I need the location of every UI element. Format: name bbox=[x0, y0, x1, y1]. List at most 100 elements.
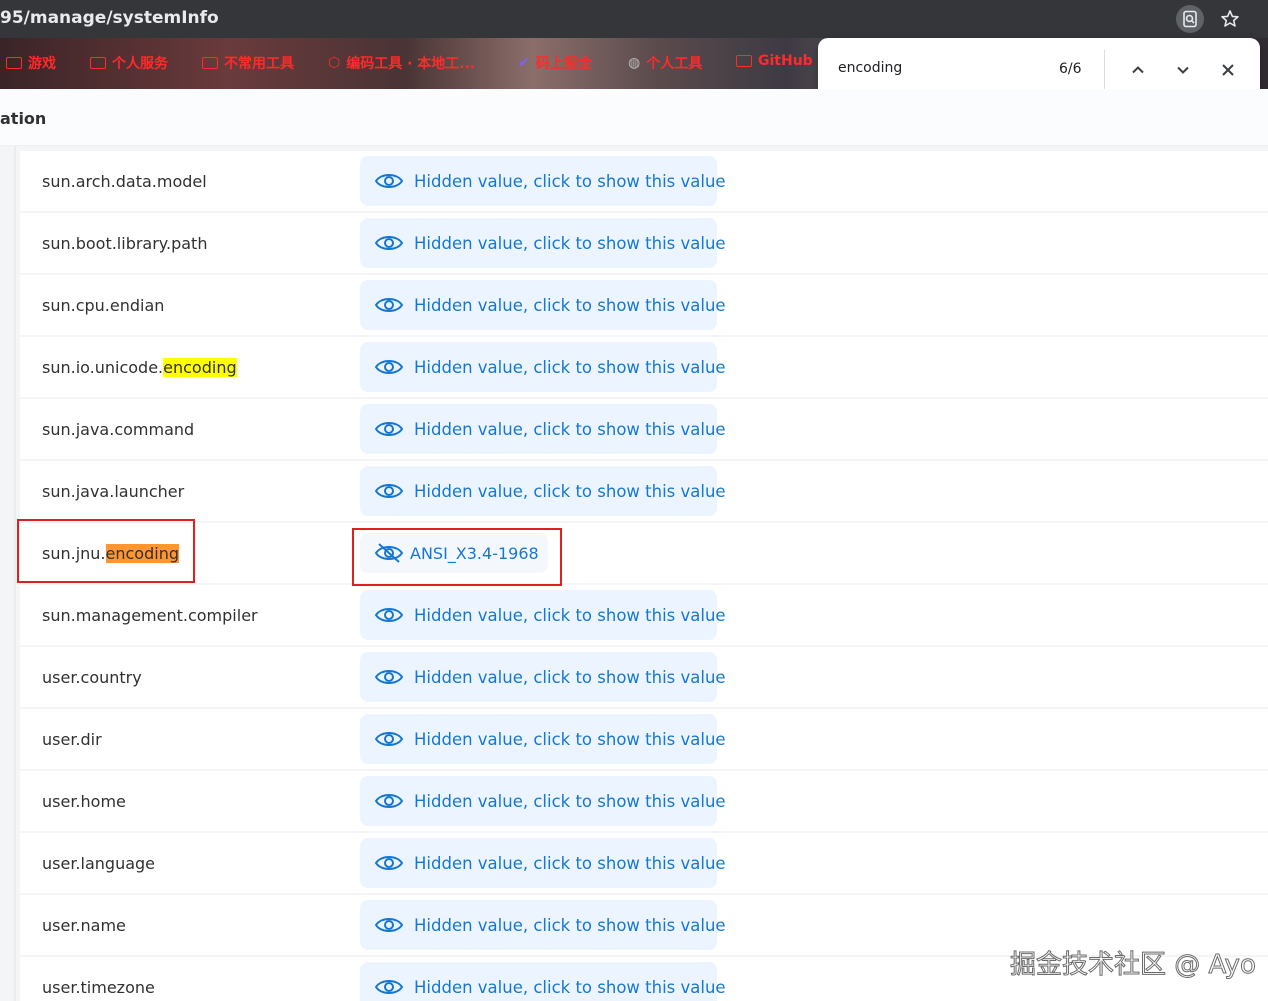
property-key: user.timezone bbox=[42, 978, 155, 997]
property-value: Hidden value, click to show this value bbox=[414, 915, 726, 935]
eye-icon bbox=[374, 481, 404, 501]
property-value: Hidden value, click to show this value bbox=[414, 233, 726, 253]
folder-icon bbox=[6, 57, 22, 69]
property-row: sun.boot.library.path Hidden value, click… bbox=[20, 213, 1268, 273]
show-value-button[interactable]: Hidden value, click to show this value bbox=[360, 900, 726, 950]
show-value-button[interactable]: Hidden value, click to show this value bbox=[360, 962, 726, 1001]
show-value-button[interactable]: Hidden value, click to show this value bbox=[360, 218, 726, 268]
property-value: Hidden value, click to show this value bbox=[414, 791, 726, 811]
property-key-text: sun.boot.library.path bbox=[42, 234, 208, 253]
eye-icon bbox=[374, 791, 404, 811]
property-row: user.language Hidden value, click to show… bbox=[20, 833, 1268, 893]
page-header: ation bbox=[0, 89, 1268, 146]
property-key: user.language bbox=[42, 854, 155, 873]
eye-icon bbox=[374, 357, 404, 377]
find-divider bbox=[1104, 50, 1105, 90]
property-key: sun.io.unicode.encoding bbox=[42, 358, 237, 377]
property-row: user.dir Hidden value, click to show this… bbox=[20, 709, 1268, 769]
show-value-button[interactable]: Hidden value, click to show this value bbox=[360, 404, 726, 454]
eye-icon bbox=[374, 915, 404, 935]
show-value-button[interactable]: Hidden value, click to show this value bbox=[360, 156, 726, 206]
bookmark-personal-tools[interactable]: ◍ 个人工具 bbox=[628, 53, 702, 73]
annotation-box-key bbox=[17, 519, 195, 583]
folder-icon bbox=[202, 57, 218, 69]
property-key-text: sun.java.command bbox=[42, 420, 195, 439]
property-key: sun.java.command bbox=[42, 420, 194, 439]
property-row: sun.arch.data.model Hidden value, click t… bbox=[20, 151, 1268, 211]
chevron-down-icon bbox=[1177, 66, 1189, 74]
show-value-button[interactable]: Hidden value, click to show this value bbox=[360, 776, 726, 826]
property-value: Hidden value, click to show this value bbox=[414, 357, 726, 377]
show-value-button[interactable]: Hidden value, click to show this value bbox=[360, 714, 726, 764]
show-value-button[interactable]: Hidden value, click to show this value bbox=[360, 466, 726, 516]
find-close-button[interactable] bbox=[1214, 56, 1242, 84]
property-row: user.country Hidden value, click to show … bbox=[20, 647, 1268, 707]
find-previous-button[interactable] bbox=[1124, 56, 1152, 84]
bookmark-juejin[interactable]: ✔ 码上掘金 bbox=[518, 53, 592, 73]
bookmark-personal-services[interactable]: 个人服务 bbox=[90, 53, 168, 73]
eye-icon bbox=[374, 729, 404, 749]
property-value: Hidden value, click to show this value bbox=[414, 171, 726, 191]
address-bar-url[interactable]: 95/manage/systemInfo bbox=[0, 8, 219, 28]
show-value-button[interactable]: Hidden value, click to show this value bbox=[360, 652, 726, 702]
property-key-text: sun.cpu.endian bbox=[42, 296, 165, 315]
property-key-text: sun.java.launcher bbox=[42, 482, 185, 501]
property-key-text: user.country bbox=[42, 668, 142, 687]
property-key-text: sun.arch.data.model bbox=[42, 172, 207, 191]
property-row: sun.java.launcher Hidden value, click to … bbox=[20, 461, 1268, 521]
folder-icon bbox=[736, 55, 752, 67]
eye-icon bbox=[374, 233, 404, 253]
property-row: sun.management.compiler Hidden value, cli… bbox=[20, 585, 1268, 645]
property-key-text: user.timezone bbox=[42, 978, 155, 997]
bookmark-rare-tools[interactable]: 不常用工具 bbox=[202, 53, 294, 73]
property-key-text: user.name bbox=[42, 916, 126, 935]
property-key-text: user.language bbox=[42, 854, 156, 873]
property-row: sun.cpu.endian Hidden value, click to sho… bbox=[20, 275, 1268, 335]
eye-icon bbox=[374, 295, 404, 315]
property-key: sun.boot.library.path bbox=[42, 234, 207, 253]
property-row: user.home Hidden value, click to show thi… bbox=[20, 771, 1268, 831]
find-next-button[interactable] bbox=[1169, 56, 1197, 84]
property-key-text: sun.management.compiler bbox=[42, 606, 258, 625]
search-highlight: encoding bbox=[163, 358, 237, 377]
eye-icon bbox=[374, 667, 404, 687]
property-value: Hidden value, click to show this value bbox=[414, 667, 726, 687]
codepen-icon: ⬡ bbox=[328, 55, 341, 71]
property-value: Hidden value, click to show this value bbox=[414, 977, 726, 997]
bookmark-games[interactable]: 游戏 bbox=[6, 53, 56, 73]
find-match-count: 6/6 bbox=[1059, 61, 1082, 77]
property-row: sun.java.command Hidden value, click to s… bbox=[20, 399, 1268, 459]
property-key: sun.management.compiler bbox=[42, 606, 258, 625]
annotation-box-value bbox=[352, 528, 562, 586]
eye-icon bbox=[374, 171, 404, 191]
property-key: sun.java.launcher bbox=[42, 482, 184, 501]
property-key: sun.arch.data.model bbox=[42, 172, 207, 191]
property-value: Hidden value, click to show this value bbox=[414, 853, 726, 873]
property-value: Hidden value, click to show this value bbox=[414, 481, 726, 501]
page-title: ation bbox=[0, 109, 47, 128]
show-value-button[interactable]: Hidden value, click to show this value bbox=[360, 280, 726, 330]
property-key: user.name bbox=[42, 916, 126, 935]
list-border bbox=[14, 146, 16, 1001]
property-key-text: user.home bbox=[42, 792, 126, 811]
eye-icon bbox=[374, 977, 404, 997]
watermark: 掘金技术社区 @ Ayo bbox=[1010, 950, 1257, 981]
search-page-icon[interactable] bbox=[1176, 5, 1204, 33]
chevron-up-icon bbox=[1132, 66, 1144, 74]
property-row: sun.jnu.encoding ANSI_X3.4-1968 bbox=[20, 523, 1268, 583]
show-value-button[interactable]: Hidden value, click to show this value bbox=[360, 342, 726, 392]
property-row: sun.io.unicode.encoding Hidden value, cli… bbox=[20, 337, 1268, 397]
bookmark-encoding-tools[interactable]: ⬡ 编码工具 · 本地工... bbox=[328, 53, 475, 73]
property-value: Hidden value, click to show this value bbox=[414, 419, 726, 439]
show-value-button[interactable]: Hidden value, click to show this value bbox=[360, 838, 726, 888]
browser-toolbar: 95/manage/systemInfo bbox=[0, 0, 1268, 38]
property-key: user.home bbox=[42, 792, 126, 811]
eye-icon bbox=[374, 853, 404, 873]
property-key: user.dir bbox=[42, 730, 102, 749]
star-icon[interactable] bbox=[1216, 5, 1244, 33]
show-value-button[interactable]: Hidden value, click to show this value bbox=[360, 590, 726, 640]
bookmark-github[interactable]: GitHub bbox=[736, 53, 813, 69]
property-value: Hidden value, click to show this value bbox=[414, 295, 726, 315]
find-input[interactable] bbox=[838, 60, 1038, 76]
close-icon bbox=[1222, 64, 1234, 76]
